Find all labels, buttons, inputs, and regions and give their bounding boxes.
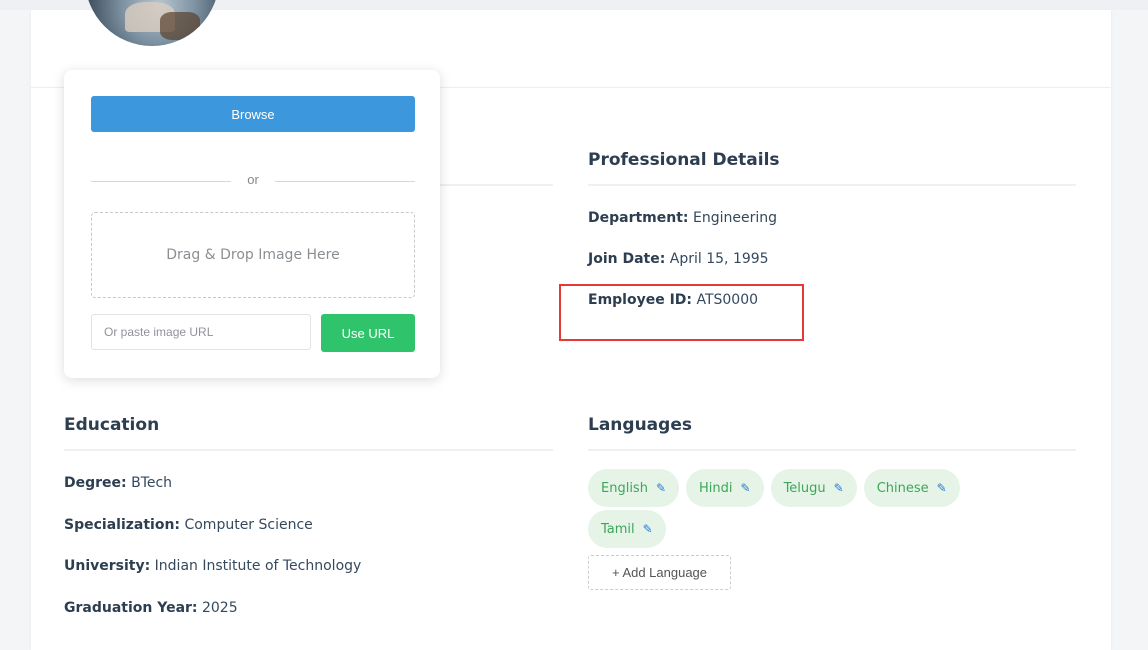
university-label: University: — [64, 558, 151, 574]
profile-avatar[interactable] — [85, 0, 219, 46]
language-tag-label: Hindi — [699, 480, 733, 496]
language-tag-label: Telugu — [783, 480, 826, 496]
language-tag-telugu[interactable]: Telugu ✎ — [770, 469, 857, 507]
image-url-input[interactable] — [91, 314, 311, 350]
personal-divider — [440, 184, 553, 186]
join-date-field: Join Date: April 15, 1995 — [588, 251, 769, 267]
graduation-year-field: Graduation Year: 2025 — [64, 600, 238, 616]
specialization-label: Specialization: — [64, 517, 181, 533]
employee-id-highlight — [559, 284, 804, 341]
language-tag-tamil[interactable]: Tamil ✎ — [588, 510, 666, 548]
language-tags: English ✎ Hindi ✎ Telugu ✎ Chinese ✎ Tamil ✎ — [588, 469, 1028, 551]
language-tag-english[interactable]: English ✎ — [588, 469, 680, 507]
pencil-icon[interactable]: ✎ — [834, 481, 844, 495]
specialization-value: Computer Science — [184, 517, 313, 533]
language-tag-label: English — [601, 480, 648, 496]
use-url-button[interactable]: Use URL — [321, 314, 415, 352]
university-value: Indian Institute of Technology — [154, 558, 362, 574]
languages-divider — [588, 449, 1076, 451]
specialization-field: Specialization: Computer Science — [64, 517, 313, 533]
department-value: Engineering — [692, 210, 777, 226]
language-tag-chinese[interactable]: Chinese ✎ — [863, 469, 960, 507]
department-field: Department: Engineering — [588, 210, 777, 226]
university-field: University: Indian Institute of Technolo… — [64, 558, 361, 574]
language-tag-label: Tamil — [601, 521, 635, 537]
join-date-value: April 15, 1995 — [669, 251, 769, 267]
department-label: Department: — [588, 210, 689, 226]
browse-button[interactable]: Browse — [91, 96, 415, 132]
or-label: or — [247, 172, 259, 187]
image-upload-popup: Browse or Drag & Drop Image Here Use URL — [64, 70, 440, 378]
drop-zone-label: Drag & Drop Image Here — [166, 247, 340, 263]
professional-details-heading: Professional Details — [588, 150, 780, 170]
language-tag-label: Chinese — [876, 480, 929, 496]
graduation-year-label: Graduation Year: — [64, 600, 198, 616]
add-language-button[interactable]: + Add Language — [588, 555, 731, 590]
pencil-icon[interactable]: ✎ — [656, 481, 666, 495]
pencil-icon[interactable]: ✎ — [937, 481, 947, 495]
education-heading: Education — [64, 415, 160, 435]
pencil-icon[interactable]: ✎ — [741, 481, 751, 495]
pencil-icon[interactable]: ✎ — [643, 522, 653, 536]
degree-label: Degree: — [64, 475, 127, 491]
professional-divider — [588, 184, 1076, 186]
image-drop-zone[interactable]: Drag & Drop Image Here — [91, 212, 415, 298]
language-tag-hindi[interactable]: Hindi ✎ — [686, 469, 764, 507]
languages-heading: Languages — [588, 415, 692, 435]
or-separator: or — [91, 172, 415, 192]
degree-value: BTech — [131, 475, 173, 491]
join-date-label: Join Date: — [588, 251, 666, 267]
graduation-year-value: 2025 — [201, 600, 238, 616]
education-divider — [64, 449, 553, 451]
degree-field: Degree: BTech — [64, 475, 172, 491]
